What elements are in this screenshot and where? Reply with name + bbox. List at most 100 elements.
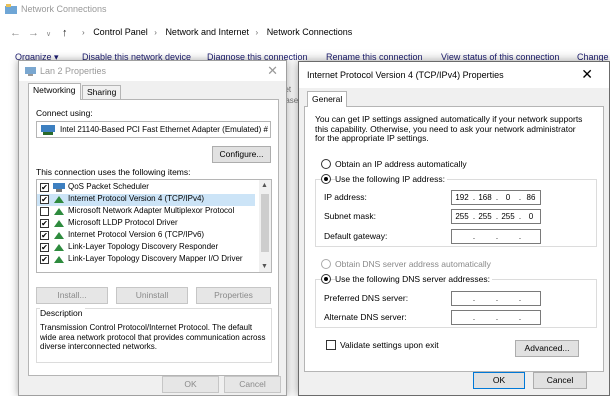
- up-arrow-icon[interactable]: ↑: [62, 27, 68, 39]
- ip-octet: 0: [505, 193, 511, 202]
- scroll-thumb[interactable]: [261, 194, 269, 252]
- forward-arrow-icon[interactable]: →: [28, 27, 39, 39]
- network-adapter-icon: [41, 125, 55, 135]
- item-label: QoS Packet Scheduler: [68, 182, 149, 191]
- ip-dot: .: [518, 294, 522, 303]
- scroll-up-icon[interactable]: ▲: [261, 182, 268, 189]
- item-checkbox[interactable]: ✔: [40, 231, 49, 240]
- tab-general[interactable]: General: [307, 91, 348, 107]
- items-list[interactable]: ✔ QoS Packet Scheduler ✔ Internet Protoc…: [36, 179, 272, 273]
- item-label: Link-Layer Topology Discovery Mapper I/O…: [68, 254, 243, 263]
- protocol-icon: [54, 220, 64, 227]
- network-folder-icon: [5, 4, 17, 14]
- list-scrollbar[interactable]: ▲ ▼: [259, 180, 271, 272]
- close-icon[interactable]: ✕: [267, 63, 278, 79]
- alternate-dns-field[interactable]: . . .: [451, 310, 541, 325]
- address-bar[interactable]: ← → ∨ ↑ › Control Panel › Network and In…: [0, 22, 610, 44]
- description-text: Transmission Control Protocol/Internet P…: [40, 323, 266, 351]
- tab-networking[interactable]: Networking: [28, 83, 81, 100]
- adapter-name: Intel 21140-Based PCI Fast Ethernet Adap…: [60, 125, 268, 134]
- qos-scheduler-icon: [53, 183, 65, 192]
- obtain-dns-auto-label[interactable]: Obtain DNS server address automatically: [335, 259, 491, 269]
- ipv4-dialog-titlebar[interactable]: Internet Protocol Version 4 (TCP/IPv4) P…: [299, 62, 609, 88]
- item-label: Internet Protocol Version 6 (TCP/IPv6): [68, 230, 205, 239]
- ip-dot: .: [472, 193, 476, 202]
- explorer-title: Network Connections: [21, 4, 107, 14]
- subnet-mask-field[interactable]: 255 . 255 . 255 . 0: [451, 209, 541, 224]
- ipv4-ok-button[interactable]: OK: [473, 372, 525, 389]
- intro-text: You can get IP settings assigned automat…: [315, 114, 583, 143]
- ip-dot: .: [518, 212, 522, 221]
- scroll-down-icon[interactable]: ▼: [261, 263, 268, 270]
- ip-octet: 255: [455, 212, 469, 221]
- breadcrumb-item-network-connections[interactable]: Network Connections: [267, 27, 353, 37]
- ip-dot: .: [495, 294, 499, 303]
- ipv4-cancel-button[interactable]: Cancel: [533, 372, 587, 389]
- item-checkbox[interactable]: ✔: [40, 255, 49, 264]
- lan-properties-dialog: Lan 2 Properties ✕ Networking Sharing Co…: [18, 60, 287, 396]
- configure-button[interactable]: Configure...: [212, 146, 271, 163]
- ip-dot: .: [495, 313, 499, 322]
- item-label: Link-Layer Topology Discovery Responder: [68, 242, 219, 251]
- close-icon[interactable]: ✕: [581, 66, 593, 83]
- ip-octet: 255: [478, 212, 492, 221]
- connect-using-label: Connect using:: [36, 108, 93, 118]
- lan-dialog-title: Lan 2 Properties: [40, 66, 107, 76]
- install-button[interactable]: Install...: [36, 287, 108, 304]
- breadcrumb[interactable]: › Control Panel › Network and Internet ›…: [82, 27, 356, 37]
- obtain-ip-auto-radio[interactable]: [321, 159, 331, 169]
- preferred-dns-label: Preferred DNS server:: [324, 293, 409, 303]
- alternate-dns-label: Alternate DNS server:: [324, 312, 407, 322]
- tab-sharing[interactable]: Sharing: [82, 85, 122, 99]
- ip-address-label: IP address:: [324, 192, 367, 202]
- validate-checkbox[interactable]: [326, 340, 336, 350]
- explorer-titlebar: Network Connections: [0, 0, 610, 20]
- item-checkbox[interactable]: ✔: [40, 219, 49, 228]
- item-label: Microsoft Network Adapter Multiplexor Pr…: [68, 206, 235, 215]
- back-arrow-icon[interactable]: ←: [10, 27, 21, 39]
- ipv4-dialog-title: Internet Protocol Version 4 (TCP/IPv4) P…: [307, 70, 504, 80]
- breadcrumb-item-control-panel[interactable]: Control Panel: [93, 27, 148, 37]
- breadcrumb-item-network-internet[interactable]: Network and Internet: [165, 27, 249, 37]
- breadcrumb-separator-icon: ›: [154, 28, 157, 37]
- item-checkbox[interactable]: [40, 207, 49, 216]
- use-following-dns-label[interactable]: Use the following DNS server addresses:: [335, 274, 492, 284]
- obtain-dns-auto-radio[interactable]: [321, 259, 331, 269]
- ip-octet: 86: [526, 193, 536, 202]
- item-label: Internet Protocol Version 4 (TCP/IPv4): [68, 194, 205, 203]
- lan-dialog-titlebar[interactable]: Lan 2 Properties ✕: [19, 61, 286, 81]
- properties-button[interactable]: Properties: [196, 287, 271, 304]
- default-gateway-field[interactable]: . . .: [451, 229, 541, 244]
- lan-ok-button[interactable]: OK: [162, 376, 219, 393]
- network-adapter-icon: [25, 67, 36, 76]
- item-checkbox[interactable]: ✔: [40, 183, 49, 192]
- protocol-icon: [54, 244, 64, 251]
- item-checkbox[interactable]: ✔: [40, 195, 49, 204]
- use-following-ip-label[interactable]: Use the following IP address:: [335, 174, 447, 184]
- advanced-button[interactable]: Advanced...: [515, 340, 579, 357]
- protocol-icon: [54, 208, 64, 215]
- ip-address-field[interactable]: 192 . 168 . 0 . 86: [451, 190, 541, 205]
- subnet-mask-label: Subnet mask:: [324, 211, 376, 221]
- ip-dot: .: [472, 313, 476, 322]
- list-item-selected[interactable]: ✔ Internet Protocol Version 4 (TCP/IPv4): [37, 194, 255, 206]
- ip-dot: .: [472, 232, 476, 241]
- ip-octet: 0: [528, 212, 534, 221]
- use-following-dns-radio[interactable]: [321, 274, 331, 284]
- preferred-dns-field[interactable]: . . .: [451, 291, 541, 306]
- lan-cancel-button[interactable]: Cancel: [224, 376, 281, 393]
- items-label: This connection uses the following items…: [36, 167, 191, 177]
- ip-octet: 255: [501, 212, 515, 221]
- description-group: Description Transmission Control Protoco…: [36, 308, 272, 363]
- breadcrumb-separator-icon: ›: [255, 28, 259, 37]
- validate-label[interactable]: Validate settings upon exit: [340, 340, 439, 350]
- obtain-ip-auto-label[interactable]: Obtain an IP address automatically: [335, 159, 467, 169]
- uninstall-button[interactable]: Uninstall: [116, 287, 188, 304]
- general-panel: You can get IP settings assigned automat…: [304, 106, 604, 372]
- item-checkbox[interactable]: ✔: [40, 243, 49, 252]
- use-following-ip-radio[interactable]: [321, 174, 331, 184]
- ip-dot: .: [472, 212, 476, 221]
- breadcrumb-separator-icon: ›: [82, 28, 85, 37]
- recent-dropdown-icon[interactable]: ∨: [46, 30, 51, 38]
- ip-dot: .: [495, 193, 499, 202]
